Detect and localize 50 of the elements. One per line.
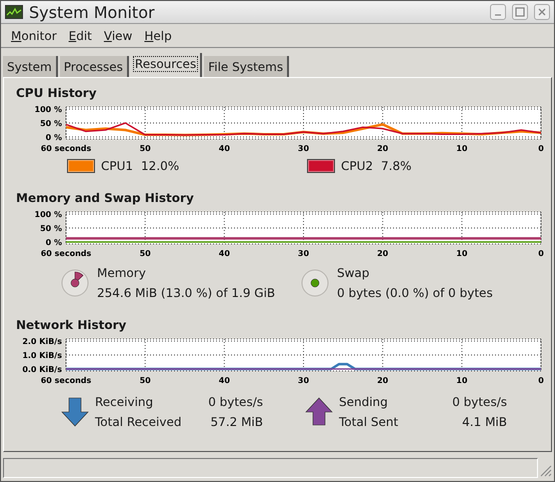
section-title: Network History (16, 318, 126, 332)
section-title: Memory and Swap History (16, 191, 194, 205)
rate-label: Receiving (95, 395, 154, 409)
axis-label: 10 (456, 144, 468, 153)
total-value: 57.2 MiB (210, 415, 263, 429)
axis-label: 100 % (34, 210, 62, 219)
axis-label: 0 % (46, 238, 62, 247)
cpu-usage: 12.0% (141, 159, 180, 173)
memory-usage: 0 bytes (0.0 %) of 0 bytes (337, 286, 493, 300)
total-label: Total Sent (339, 415, 400, 429)
axis-label: 30 (298, 144, 310, 153)
axis-label: 10 (456, 249, 468, 258)
rate-label: Sending (339, 395, 389, 409)
cpu-label: CPU2 (341, 159, 374, 173)
axis-label: 50 (140, 376, 151, 385)
axis-label: 0 % (46, 133, 62, 142)
axis-label: 1.0 KiB/s (22, 351, 62, 360)
axis-label: 0 (538, 144, 544, 153)
section-title: CPU History (16, 86, 97, 100)
memory-label: Memory (97, 266, 147, 280)
axis-label: 100 % (34, 105, 62, 114)
axis-label: 60 seconds (40, 144, 92, 153)
axis-label: 0 (538, 249, 544, 258)
axis-label: 50 (140, 249, 151, 258)
total-label: Total Received (95, 415, 182, 429)
rate-value: 0 bytes/s (451, 395, 507, 409)
axis-label: 40 (218, 376, 230, 385)
rate-value: 0 bytes/s (207, 395, 263, 409)
total-value: 4.1 MiB (461, 415, 507, 429)
memory-usage: 254.6 MiB (13.0 %) of 1.9 GiB (97, 286, 276, 300)
axis-label: 30 (298, 249, 310, 258)
axis-label: 0 (538, 376, 544, 385)
axis-label: 0.0 KiB/s (22, 365, 62, 374)
axis-label: 60 seconds (40, 376, 92, 385)
axis-label: 50 (140, 144, 151, 153)
window-title: System Monitor (29, 2, 156, 22)
axis-label: 60 seconds (40, 249, 92, 258)
axis-label: 20 (377, 144, 388, 153)
axis-label: 10 (456, 376, 468, 385)
cpu-usage: 7.8% (381, 159, 412, 173)
axis-label: 30 (298, 376, 310, 385)
axis-label: 40 (218, 249, 230, 258)
axis-label: 20 (377, 249, 388, 258)
axis-label: 50 % (40, 224, 62, 233)
axis-label: 2.0 KiB/s (22, 337, 62, 346)
axis-label: 50 % (40, 119, 62, 128)
cpu-label: CPU1 (101, 159, 134, 173)
axis-label: 20 (377, 376, 388, 385)
axis-label: 40 (218, 144, 230, 153)
memory-label: Swap (337, 266, 370, 280)
